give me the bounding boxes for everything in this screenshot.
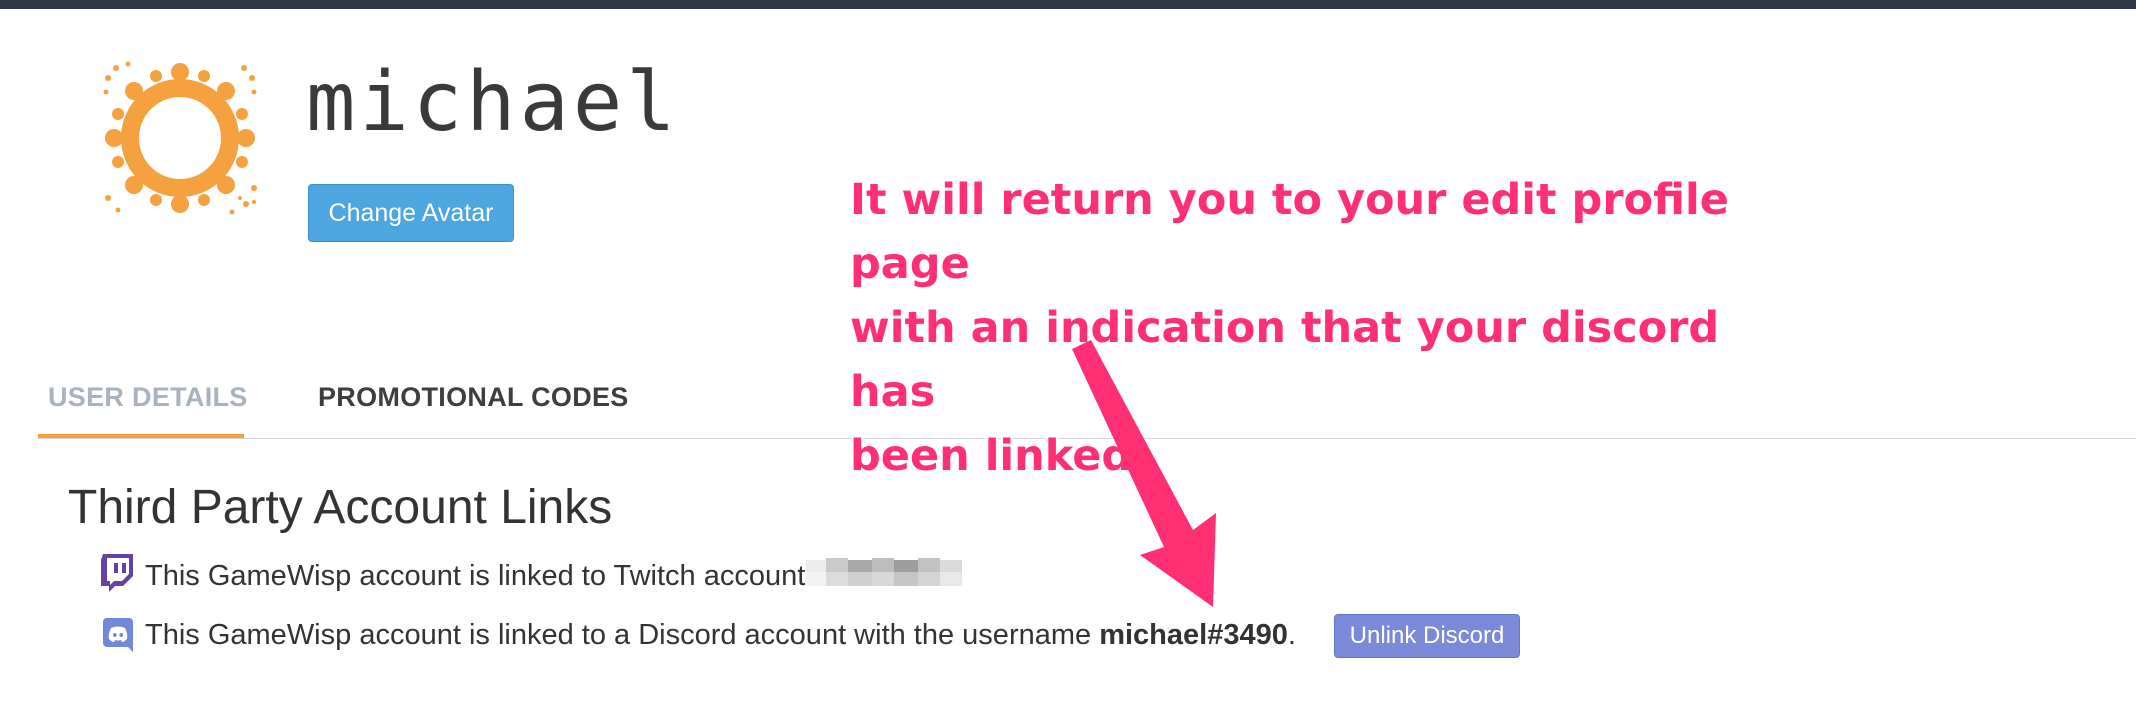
annotation-line-3: been linked. bbox=[850, 431, 1149, 481]
discord-username: michael#3490 bbox=[1099, 619, 1288, 651]
tab-promotional-codes[interactable]: PROMOTIONAL CODES bbox=[318, 382, 629, 413]
avatar bbox=[103, 61, 257, 215]
tab-user-details[interactable]: USER DETAILS bbox=[48, 382, 248, 413]
twitch-link-text: This GameWisp account is linked to Twitc… bbox=[145, 560, 806, 592]
section-title: Third Party Account Links bbox=[68, 481, 613, 534]
annotation-line-2: with an indication that your discord has bbox=[850, 303, 1720, 417]
twitch-link-row: This GameWisp account is linked to Twitc… bbox=[145, 560, 805, 593]
redacted-twitch-username bbox=[806, 556, 972, 590]
unlink-discord-button[interactable]: Unlink Discord bbox=[1334, 614, 1520, 658]
annotation-callout: It will return you to your edit profile … bbox=[850, 168, 1810, 488]
profile-username: michael bbox=[306, 55, 680, 150]
twitch-icon bbox=[101, 554, 133, 592]
discord-link-period: . bbox=[1287, 619, 1296, 651]
top-nav-bar bbox=[0, 0, 2136, 9]
discord-link-text: This GameWisp account is linked to a Dis… bbox=[145, 619, 1100, 651]
discord-icon bbox=[103, 618, 133, 652]
annotation-line-1: It will return you to your edit profile … bbox=[850, 175, 1729, 289]
discord-link-row: This GameWisp account is linked to a Dis… bbox=[145, 619, 1296, 652]
change-avatar-button[interactable]: Change Avatar bbox=[308, 184, 514, 242]
